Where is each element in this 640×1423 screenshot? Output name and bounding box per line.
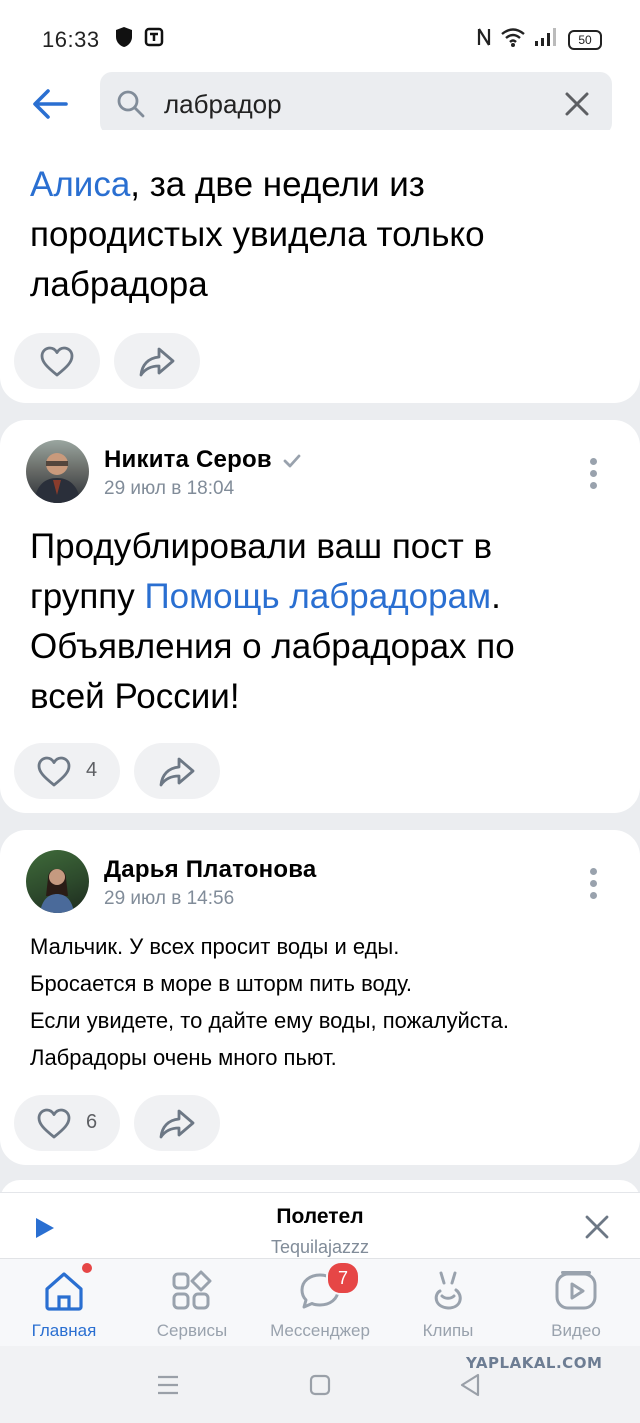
system-nav-bar: YAPLAKAL.COM (0, 1346, 640, 1423)
post-line: Бросается в море в шторм пить воду. (30, 971, 413, 996)
like-button[interactable]: 4 (14, 743, 120, 799)
tab-label: Главная (31, 1321, 97, 1340)
post-date: 29 июл в 18:04 (104, 478, 235, 499)
more-options-icon[interactable] (590, 868, 598, 904)
avatar[interactable] (26, 440, 89, 503)
signal-icon (535, 28, 556, 46)
more-options-icon[interactable] (590, 458, 598, 494)
share-button[interactable] (134, 743, 220, 799)
tab-label: Сервисы (156, 1321, 228, 1340)
tab-label: Видео (551, 1321, 601, 1340)
share-icon (159, 757, 195, 787)
tab-messenger[interactable]: 7 Мессенджер (256, 1259, 384, 1347)
share-button[interactable] (114, 333, 200, 389)
app-notification-icon (144, 27, 164, 47)
post-line: Лабрадоры очень много пьют. (30, 1045, 337, 1070)
post-card: Алиса, за две недели из породистых увиде… (0, 130, 640, 403)
status-time: 16:33 (42, 27, 100, 52)
mini-player[interactable]: Полетел Tequilajazzz (0, 1192, 640, 1259)
clear-icon[interactable] (564, 91, 590, 117)
author-name[interactable]: Дарья Платонова (104, 856, 316, 884)
home-icon (45, 1272, 83, 1311)
nfc-icon (477, 28, 491, 46)
post-text: Алиса, за две недели из породистых увиде… (30, 165, 485, 304)
post-line: Если увидете, то дайте ему воды, пожалуй… (30, 1008, 509, 1033)
avatar[interactable] (26, 850, 89, 913)
close-icon[interactable] (585, 1215, 609, 1239)
heart-icon (40, 346, 74, 377)
post-link[interactable]: Помощь лабрадорам (144, 577, 491, 616)
tab-label: Клипы (422, 1321, 474, 1340)
clips-icon (434, 1271, 462, 1310)
author-name[interactable]: Никита Серов (104, 446, 301, 474)
tab-label: Мессенджер (270, 1321, 370, 1340)
like-count: 6 (86, 1111, 98, 1133)
heart-icon (37, 1108, 71, 1139)
tab-clips[interactable]: Клипы (384, 1259, 512, 1347)
share-icon (139, 347, 175, 377)
watermark: YAPLAKAL.COM (466, 1354, 603, 1372)
like-button[interactable]: 6 (14, 1095, 120, 1151)
search-input[interactable]: лабрадор (100, 72, 612, 135)
video-icon (555, 1271, 597, 1310)
services-icon (172, 1270, 212, 1310)
like-button[interactable] (14, 333, 100, 389)
notification-dot (80, 1261, 94, 1275)
post-text: Продублировали ваш пост в группу Помощь … (30, 527, 515, 716)
post-line: Мальчик. У всех просит воды и еды. (30, 934, 400, 959)
search-query: лабрадор (164, 89, 282, 119)
shield-icon (116, 27, 132, 47)
battery-icon: 50 (568, 30, 602, 50)
post-card: Дарья Платонова 29 июл в 14:56 Мальчик. … (0, 830, 640, 1165)
back-triangle-icon[interactable] (458, 1372, 482, 1398)
share-icon (159, 1109, 195, 1139)
tab-bar: Главная Сервисы 7 Мессенджер Клипы Видео (0, 1258, 640, 1347)
tab-home[interactable]: Главная (0, 1259, 128, 1347)
like-count: 4 (86, 759, 98, 781)
home-square-icon[interactable] (309, 1374, 331, 1396)
status-bar: 16:33 50 (0, 0, 640, 72)
unread-badge: 7 (326, 1261, 360, 1295)
track-title: Полетел (276, 1205, 364, 1228)
tab-video[interactable]: Видео (512, 1259, 640, 1347)
heart-icon (37, 756, 71, 787)
tab-services[interactable]: Сервисы (128, 1259, 256, 1347)
post-link[interactable]: Алиса (30, 165, 130, 204)
search-icon (117, 90, 145, 118)
back-arrow-icon[interactable] (30, 84, 70, 124)
share-button[interactable] (134, 1095, 220, 1151)
verified-icon (283, 454, 301, 468)
post-date: 29 июл в 14:56 (104, 888, 235, 909)
track-artist: Tequilajazzz (270, 1237, 370, 1257)
post-card: Никита Серов 29 июл в 18:04 Продублирова… (0, 420, 640, 813)
wifi-icon (501, 28, 525, 47)
menu-icon[interactable] (156, 1374, 180, 1396)
